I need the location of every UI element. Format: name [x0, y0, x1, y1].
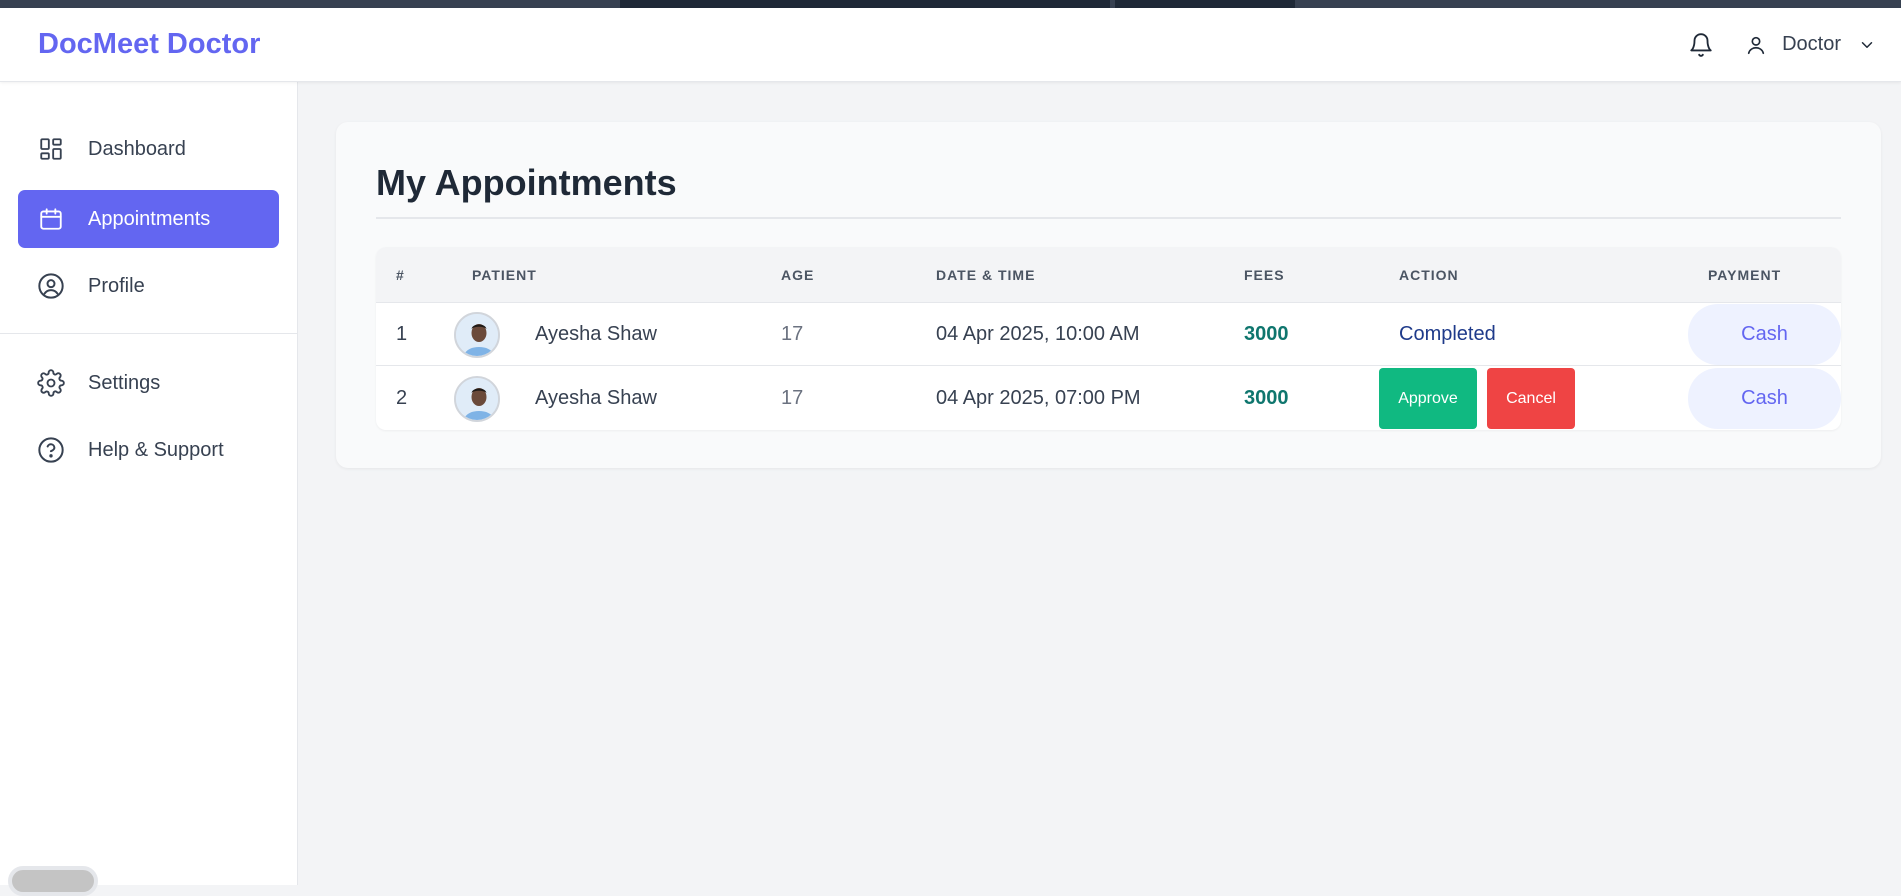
sidebar: Dashboard Appointments Profile Settings …	[0, 82, 298, 896]
browser-top-strip	[0, 0, 1901, 8]
patient-age: 17	[781, 323, 804, 345]
gear-icon	[36, 368, 66, 398]
user-name: Doctor	[1782, 33, 1841, 55]
table-header: # PATIENT AGE DATE & TIME FEES ACTION PA…	[376, 247, 1841, 303]
page-title: My Appointments	[376, 162, 677, 203]
appointment-datetime: 04 Apr 2025, 10:00 AM	[936, 323, 1140, 345]
header-num: #	[396, 267, 405, 283]
header-payment: PAYMENT	[1708, 267, 1782, 283]
status-completed: Completed	[1399, 323, 1496, 345]
scroll-handle[interactable]	[8, 866, 98, 896]
brand-logo[interactable]: DocMeet Doctor	[38, 28, 260, 61]
sidebar-item-dashboard[interactable]: Dashboard	[18, 120, 279, 178]
patient-age: 17	[781, 387, 804, 409]
header-age: AGE	[781, 267, 815, 283]
patient-name: Ayesha Shaw	[535, 323, 657, 345]
sidebar-item-label: Dashboard	[88, 137, 186, 160]
sidebar-divider	[0, 333, 298, 334]
sidebar-item-label: Profile	[88, 274, 145, 297]
bell-icon[interactable]	[1684, 28, 1718, 62]
payment-badge: Cash	[1688, 368, 1841, 429]
top-navbar: DocMeet Doctor Doctor	[0, 8, 1901, 82]
sidebar-item-help[interactable]: Help & Support	[18, 421, 279, 479]
header-patient: PATIENT	[472, 267, 537, 283]
appointment-datetime: 04 Apr 2025, 07:00 PM	[936, 387, 1141, 409]
table-row: 2 Ayesha Shaw 17 04 Apr 2025, 07:00 PM 3…	[376, 367, 1841, 430]
chevron-down-icon	[1857, 35, 1877, 55]
help-circle-icon	[36, 435, 66, 465]
row-number: 1	[396, 323, 408, 345]
sidebar-item-appointments[interactable]: Appointments	[18, 190, 279, 248]
row-number: 2	[396, 387, 408, 409]
avatar	[454, 375, 500, 422]
appointments-table: # PATIENT AGE DATE & TIME FEES ACTION PA…	[376, 247, 1841, 430]
appointments-card: My Appointments # PATIENT AGE DATE & TIM…	[336, 122, 1881, 468]
patient-name: Ayesha Shaw	[535, 387, 657, 409]
user-circle-icon	[36, 271, 66, 301]
sidebar-item-profile[interactable]: Profile	[18, 257, 279, 315]
user-icon	[1744, 33, 1768, 57]
approve-button[interactable]: Approve	[1379, 368, 1477, 429]
navbar-right: Doctor	[1684, 28, 1877, 62]
cancel-button[interactable]: Cancel	[1487, 368, 1575, 429]
avatar	[454, 311, 500, 358]
sidebar-item-label: Settings	[88, 371, 161, 394]
payment-badge: Cash	[1688, 304, 1841, 365]
appointment-fees: 3000	[1244, 387, 1289, 409]
sidebar-item-label: Help & Support	[88, 438, 224, 461]
user-menu[interactable]: Doctor	[1744, 33, 1877, 57]
dashboard-icon	[36, 134, 66, 164]
sidebar-item-label: Appointments	[88, 207, 211, 230]
appointment-fees: 3000	[1244, 323, 1289, 345]
sidebar-item-settings[interactable]: Settings	[18, 354, 279, 412]
title-divider	[376, 217, 1841, 219]
calendar-icon	[36, 204, 66, 234]
header-datetime: DATE & TIME	[936, 267, 1036, 283]
header-action: ACTION	[1399, 267, 1459, 283]
header-fees: FEES	[1244, 267, 1285, 283]
table-row: 1 Ayesha Shaw 17 04 Apr 2025, 10:00 AM 3…	[376, 303, 1841, 366]
